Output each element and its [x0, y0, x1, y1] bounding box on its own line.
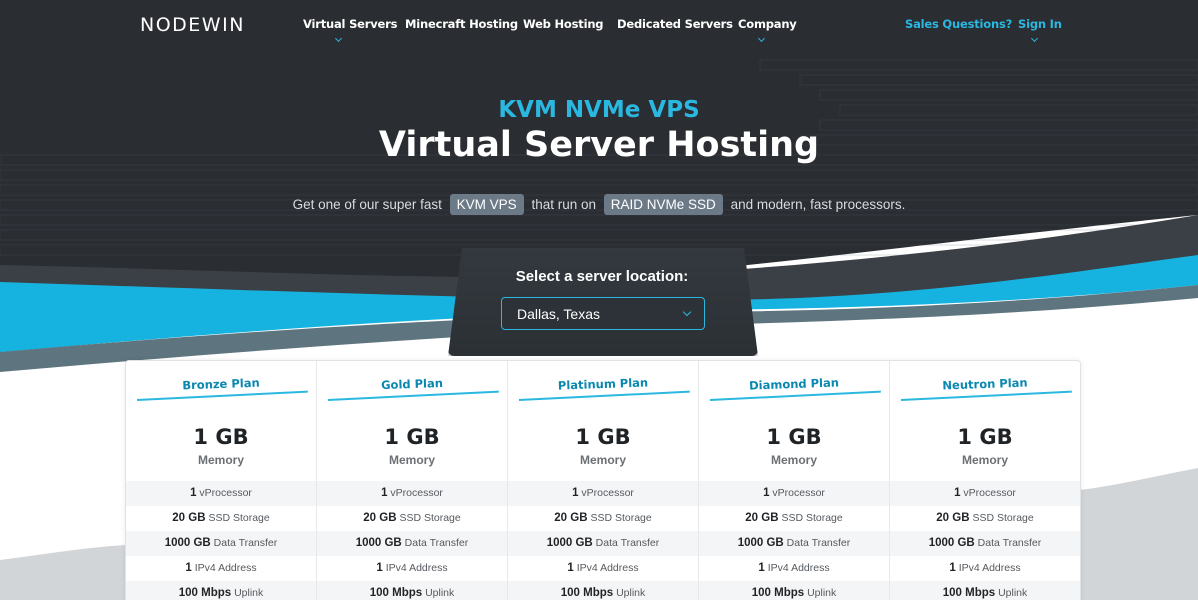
plan-memory-label: Memory	[770, 453, 817, 467]
hero-subtitle: KVM NVMe VPS	[498, 97, 700, 123]
bottom-grey-block	[1080, 468, 1198, 600]
chevron-down-icon	[757, 34, 766, 43]
plan-memory: 1 GB	[575, 425, 631, 449]
location-selected-value: Dallas, Texas	[517, 306, 601, 322]
spec-row: 20 GB SSD Storage	[554, 512, 652, 524]
spec-row: 1 IPv4 Address	[376, 562, 448, 574]
chevron-down-icon	[682, 307, 692, 317]
nav-virtual-servers[interactable]: Virtual Servers	[303, 17, 397, 31]
plan-memory: 1 GB	[766, 425, 822, 449]
spec-row: 100 Mbps Uplink	[699, 581, 889, 600]
plan-memory-label: Memory	[197, 453, 244, 467]
spec-row: 1000 GB Data Transfer	[890, 531, 1080, 556]
spec-row: 20 GB SSD Storage	[172, 512, 270, 524]
plan-column-bronze[interactable]: Bronze Plan 1 GB Memory 1 vProcessor 20 …	[126, 361, 317, 600]
spec-row: 1 vProcessor	[699, 481, 889, 506]
plan-column-neutron[interactable]: Neutron Plan 1 GB Memory 1 vProcessor 20…	[890, 361, 1080, 600]
spec-row: 100 Mbps Uplink	[126, 581, 316, 600]
chevron-down-icon	[1030, 34, 1039, 43]
nav-dedicated-servers[interactable]: Dedicated Servers	[617, 17, 733, 31]
spec-row: 1000 GB Data Transfer	[126, 531, 316, 556]
plan-memory-label: Memory	[961, 453, 1008, 467]
spec-row: 1 IPv4 Address	[185, 562, 257, 574]
spec-row: 100 Mbps Uplink	[317, 581, 507, 600]
spec-row: 1 IPv4 Address	[949, 562, 1021, 574]
spec-row: 1 vProcessor	[890, 481, 1080, 506]
hero-desc-text: and modern, fast processors.	[730, 197, 906, 212]
plan-column-platinum[interactable]: Platinum Plan 1 GB Memory 1 vProcessor 2…	[508, 361, 699, 600]
raid-nvme-pill: RAID NVMe SSD	[603, 194, 723, 215]
spec-row: 100 Mbps Uplink	[890, 581, 1080, 600]
nav-company[interactable]: Company	[738, 17, 797, 31]
hero-description: Get one of our super fast KVM VPS that r…	[0, 194, 1198, 215]
nav-web-hosting[interactable]: Web Hosting	[523, 17, 604, 31]
hero-desc-text: Get one of our super fast	[292, 197, 442, 212]
hero-title: Virtual Server Hosting	[378, 125, 820, 165]
spec-row: 1 vProcessor	[126, 481, 316, 506]
spec-row: 1 vProcessor	[317, 481, 507, 506]
spec-row: 20 GB SSD Storage	[363, 512, 461, 524]
spec-row: 1000 GB Data Transfer	[508, 531, 698, 556]
bottom-grey-block-left	[0, 545, 125, 600]
spec-row: 1000 GB Data Transfer	[317, 531, 507, 556]
plans-table: Bronze Plan 1 GB Memory 1 vProcessor 20 …	[125, 360, 1081, 600]
plan-column-diamond[interactable]: Diamond Plan 1 GB Memory 1 vProcessor 20…	[699, 361, 890, 600]
plan-column-gold[interactable]: Gold Plan 1 GB Memory 1 vProcessor 20 GB…	[317, 361, 508, 600]
top-navigation: NODEWIN Virtual Servers Minecraft Hostin…	[0, 0, 1198, 50]
spec-row: 20 GB SSD Storage	[936, 512, 1034, 524]
location-label: Select a server location:	[515, 268, 689, 285]
sales-questions-link[interactable]: Sales Questions?	[905, 17, 1012, 31]
sign-in-link[interactable]: Sign In	[1018, 17, 1062, 31]
plan-memory: 1 GB	[957, 425, 1013, 449]
spec-row: 1 vProcessor	[508, 481, 698, 506]
plan-memory-label: Memory	[388, 453, 435, 467]
page: NODEWIN Virtual Servers Minecraft Hostin…	[0, 0, 1198, 600]
plan-memory: 1 GB	[384, 425, 440, 449]
nav-minecraft-hosting[interactable]: Minecraft Hosting	[405, 17, 518, 31]
location-select[interactable]: Dallas, Texas	[501, 297, 705, 330]
spec-row: 100 Mbps Uplink	[508, 581, 698, 600]
spec-row: 1 IPv4 Address	[758, 562, 830, 574]
spec-row: 1000 GB Data Transfer	[699, 531, 889, 556]
spec-row: 1 IPv4 Address	[567, 562, 639, 574]
logo[interactable]: NODEWIN	[140, 14, 245, 36]
chevron-down-icon	[334, 34, 343, 43]
kvm-vps-pill: KVM VPS	[449, 194, 524, 215]
spec-row: 20 GB SSD Storage	[745, 512, 843, 524]
hero-desc-text: that run on	[531, 197, 597, 212]
plan-memory-label: Memory	[579, 453, 626, 467]
plan-memory: 1 GB	[193, 425, 249, 449]
